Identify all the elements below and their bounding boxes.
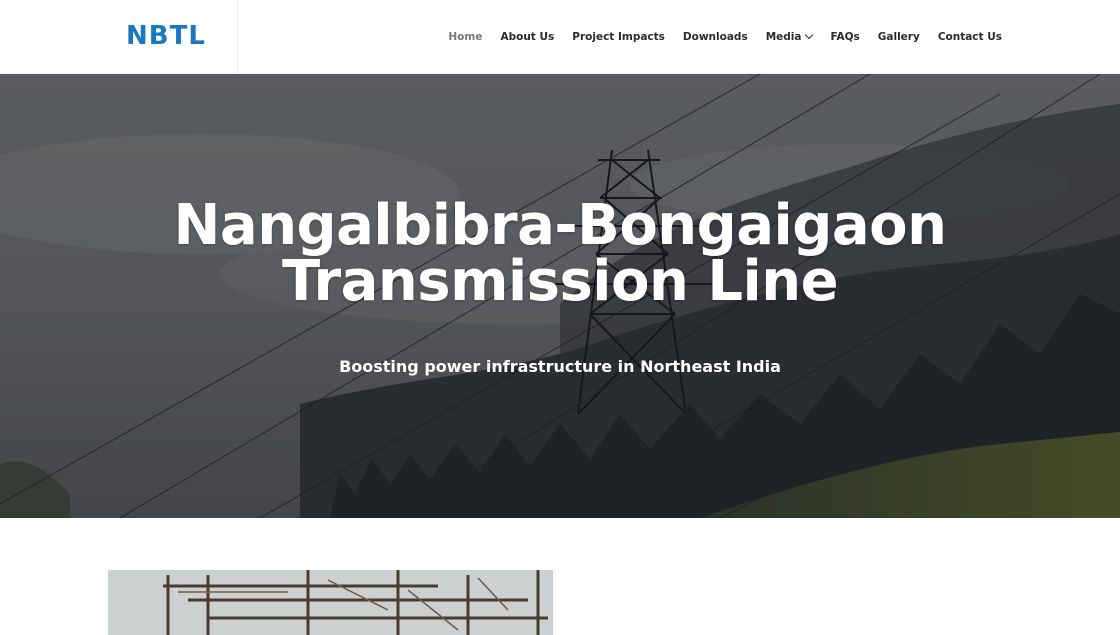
logo-divider: [237, 0, 238, 74]
nav-home[interactable]: Home: [448, 28, 482, 46]
nav-media-label: Media: [765, 31, 802, 43]
hero-banner: Nangalbibra-Bongaigaon Transmission Line…: [0, 74, 1120, 518]
hero-title: Nangalbibra-Bongaigaon Transmission Line: [173, 193, 947, 314]
nav-project-impacts[interactable]: Project Impacts: [572, 28, 665, 46]
intro-section: [0, 518, 1120, 635]
nav-media[interactable]: Media: [765, 28, 814, 46]
nav-about-us[interactable]: About Us: [500, 28, 554, 46]
chevron-down-icon: [805, 30, 814, 40]
nav-downloads[interactable]: Downloads: [683, 28, 748, 46]
nav-contact-us[interactable]: Contact Us: [938, 28, 1002, 46]
hero-subtitle: Boosting power infrastructure in Northea…: [339, 357, 781, 376]
site-header: NBTL Home About Us Project Impacts Downl…: [0, 0, 1120, 74]
nav-faqs[interactable]: FAQs: [830, 28, 859, 46]
main-nav: Home About Us Project Impacts Downloads …: [430, 28, 1002, 46]
site-logo[interactable]: NBTL: [126, 21, 206, 51]
nav-gallery[interactable]: Gallery: [878, 28, 920, 46]
substation-image: [108, 570, 553, 635]
